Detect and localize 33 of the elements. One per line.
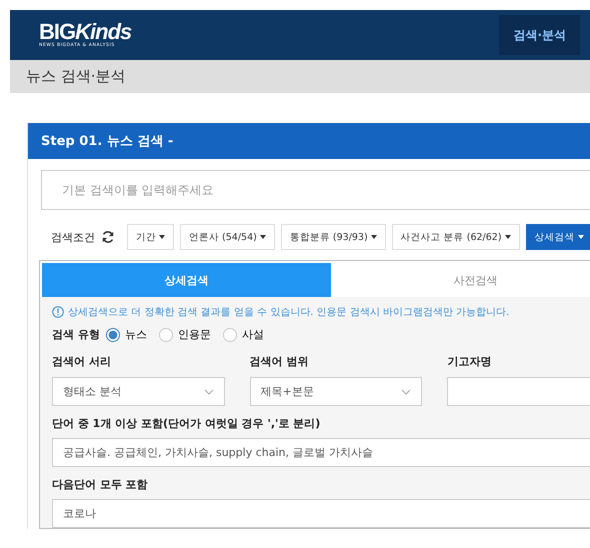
panel-title: Step 01. 뉴스 검색 - [41,133,174,150]
field-label: 단어 중 1개 이상 포함(단어가 여럿일 경우 ','로 분리) [52,416,322,431]
filter-dropdown-button[interactable]: 기간 [127,224,174,250]
radio-label[interactable]: 인용문 [178,327,211,342]
refresh-icon[interactable] [101,230,115,244]
field-label: 검색어 서리 [52,354,112,369]
radio-label[interactable]: 사설 [242,327,264,342]
field-label: 검색어 범위 [250,354,310,369]
filter-dropdown-button[interactable]: 통합분류 (93/93) [280,224,386,250]
select-dropdown[interactable]: 형태소 분석 [52,377,225,406]
input-field[interactable]: 공급사슬. 공급체인, 가치사슬, supply chain, 글로벌 가치사슬 [52,438,590,467]
filter-dropdown-button[interactable]: 언론사 (54/54) [180,224,275,250]
radio-button[interactable] [222,328,237,342]
search-type-label: 검색 유형 [52,327,100,342]
select-dropdown[interactable]: 제목+본문 [250,377,422,406]
search-field[interactable]: 기본 검색이를 입력해주세요 [41,170,590,210]
input-field[interactable]: 코로나 [52,499,590,528]
filter-dropdown-button[interactable]: 상세검색 [526,224,590,250]
page-title: 뉴스 검색·분석 [26,67,126,86]
input-field[interactable] [447,377,590,406]
field-label: 다음단어 모두 포함 [52,477,149,492]
radio-button[interactable] [158,328,173,342]
logo-text[interactable]: BIGKinds [39,21,132,44]
radio-label[interactable]: 뉴스 [124,327,147,342]
nav-link[interactable]: 검색·분석 [499,15,580,55]
chevron-down-icon [204,388,214,394]
info-icon [52,306,64,318]
conditions-label: 검색조건 [51,230,95,244]
field-label: 기고자명 [447,354,492,369]
radio-button[interactable] [106,328,120,342]
info-text: 상세검색으로 더 정확한 검색 결과를 얻을 수 있습니다. 인용문 검색시 바이그램검색만 가능합니다. [68,306,510,319]
chevron-down-icon [401,388,412,394]
filter-dropdown-button[interactable]: 사건사고 분류 (62/62) [392,224,520,250]
